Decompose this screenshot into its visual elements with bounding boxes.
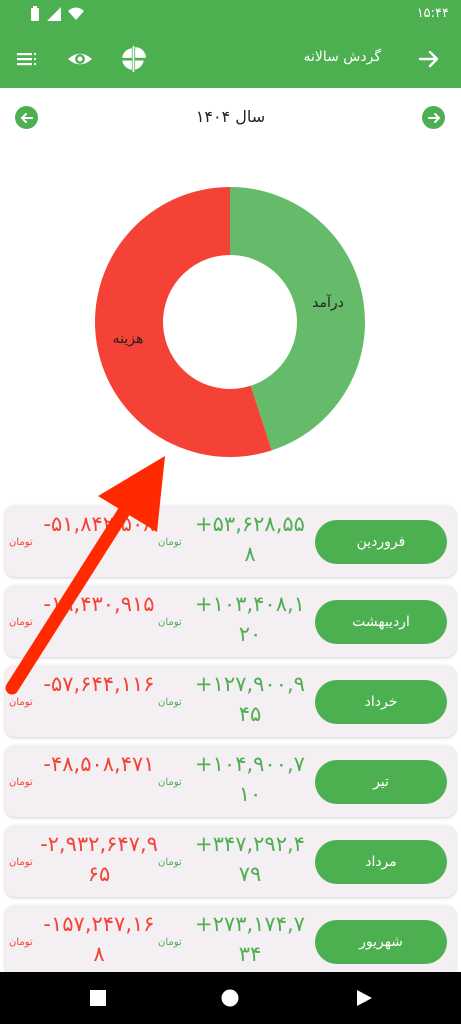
- income-amount: +۱۰۴,۹۰۰,۷۱۰: [195, 752, 305, 806]
- square-icon: [90, 990, 106, 1006]
- signal-icon: [47, 7, 61, 21]
- expense-amount: -۵۷,۶۴۴,۱۱۶: [43, 672, 155, 696]
- triangle-back-icon: [357, 990, 372, 1006]
- income-amount: +۱۰۳,۴۰۸,۱۲۰: [195, 592, 305, 646]
- arrow-forward-icon[interactable]: [414, 44, 444, 74]
- income-unit: تومان: [158, 617, 182, 628]
- back-button[interactable]: [352, 986, 376, 1010]
- expense-amount: -۴۸,۵۰۸,۴۷۱: [43, 752, 155, 776]
- income-unit: تومان: [158, 537, 182, 548]
- expense-unit: تومان: [9, 857, 33, 868]
- expense-amount: -۲,۹۳۲,۶۴۷,۹۶۵: [40, 832, 158, 886]
- month-card[interactable]: اردیبهشت +۱۰۳,۴۰۸,۱۲۰ تومان -۱۹,۴۳۰,۹۱۵ توما…: [5, 585, 456, 657]
- next-year-button[interactable]: [422, 106, 445, 129]
- status-icons: [30, 6, 84, 22]
- donut-chart: درآمد هزینه: [0, 150, 461, 490]
- income-unit: تومان: [158, 777, 182, 788]
- page-title: گردش سالانه: [303, 49, 381, 65]
- expense-unit: تومان: [9, 697, 33, 708]
- donut-chart-svg: درآمد هزینه: [94, 187, 365, 457]
- recent-apps-button[interactable]: [86, 986, 110, 1010]
- app-bar: گردش سالانه: [0, 30, 461, 88]
- slice-label: درآمد: [312, 294, 344, 311]
- month-button[interactable]: شهریور: [315, 920, 447, 964]
- battery-icon: [31, 6, 39, 21]
- home-button[interactable]: [218, 986, 242, 1010]
- expense-amount: -۱۹,۴۳۰,۹۱۵: [43, 592, 155, 616]
- eye-icon[interactable]: [65, 44, 95, 74]
- month-card[interactable]: شهریور +۲۷۳,۱۷۴,۷۳۴ تومان -۱۵۷,۲۴۷,۱۶۸ تومان: [5, 905, 456, 977]
- slice-label: هزینه: [113, 331, 144, 347]
- month-button[interactable]: خرداد: [315, 680, 447, 724]
- expense-unit: تومان: [9, 777, 33, 788]
- expense-unit: تومان: [9, 537, 33, 548]
- pie-chart-icon[interactable]: [119, 44, 149, 74]
- status-bar: ۱۵:۴۴: [0, 0, 461, 30]
- month-button[interactable]: اردیبهشت: [315, 600, 447, 644]
- income-amount: +۲۷۳,۱۷۴,۷۳۴: [195, 912, 305, 966]
- month-card[interactable]: تیر +۱۰۴,۹۰۰,۷۱۰ تومان -۴۸,۵۰۸,۴۷۱ تومان: [5, 745, 456, 817]
- month-card[interactable]: مرداد +۳۴۷,۲۹۲,۴۷۹ تومان -۲,۹۳۲,۶۴۷,۹۶۵ توما…: [5, 825, 456, 897]
- circle-icon: [221, 989, 239, 1007]
- wifi-icon: [68, 7, 84, 20]
- income-amount: +۳۴۷,۲۹۲,۴۷۹: [195, 832, 305, 886]
- expense-unit: تومان: [9, 617, 33, 628]
- month-card[interactable]: خرداد +۱۲۷,۹۰۰,۹۴۵ تومان -۵۷,۶۴۴,۱۱۶ تومان: [5, 665, 456, 737]
- month-button[interactable]: مرداد: [315, 840, 447, 884]
- sort-list-icon[interactable]: [11, 44, 41, 74]
- year-navigator: سال ۱۴۰۴: [0, 100, 461, 136]
- month-button[interactable]: فروردین: [315, 520, 447, 564]
- month-button[interactable]: تیر: [315, 760, 447, 804]
- year-label: سال ۱۴۰۴: [195, 107, 266, 126]
- expense-amount: -۱۵۷,۲۴۷,۱۶۸: [43, 912, 155, 966]
- income-amount: +۱۲۷,۹۰۰,۹۴۵: [195, 672, 305, 726]
- income-unit: تومان: [158, 697, 182, 708]
- income-unit: تومان: [158, 937, 182, 948]
- arrow-forward-icon: [427, 112, 440, 123]
- expense-unit: تومان: [9, 937, 33, 948]
- income-amount: +۵۳,۶۲۸,۵۵۸: [195, 512, 305, 566]
- income-unit: تومان: [158, 857, 182, 868]
- status-time: ۱۵:۴۴: [416, 6, 449, 21]
- expense-amount: -۵۱,۸۴۲,۵۰۸: [43, 512, 155, 536]
- month-card[interactable]: فروردین +۵۳,۶۲۸,۵۵۸ تومان -۵۱,۸۴۲,۵۰۸ تومان: [5, 505, 456, 577]
- system-navigation-bar: [0, 972, 461, 1024]
